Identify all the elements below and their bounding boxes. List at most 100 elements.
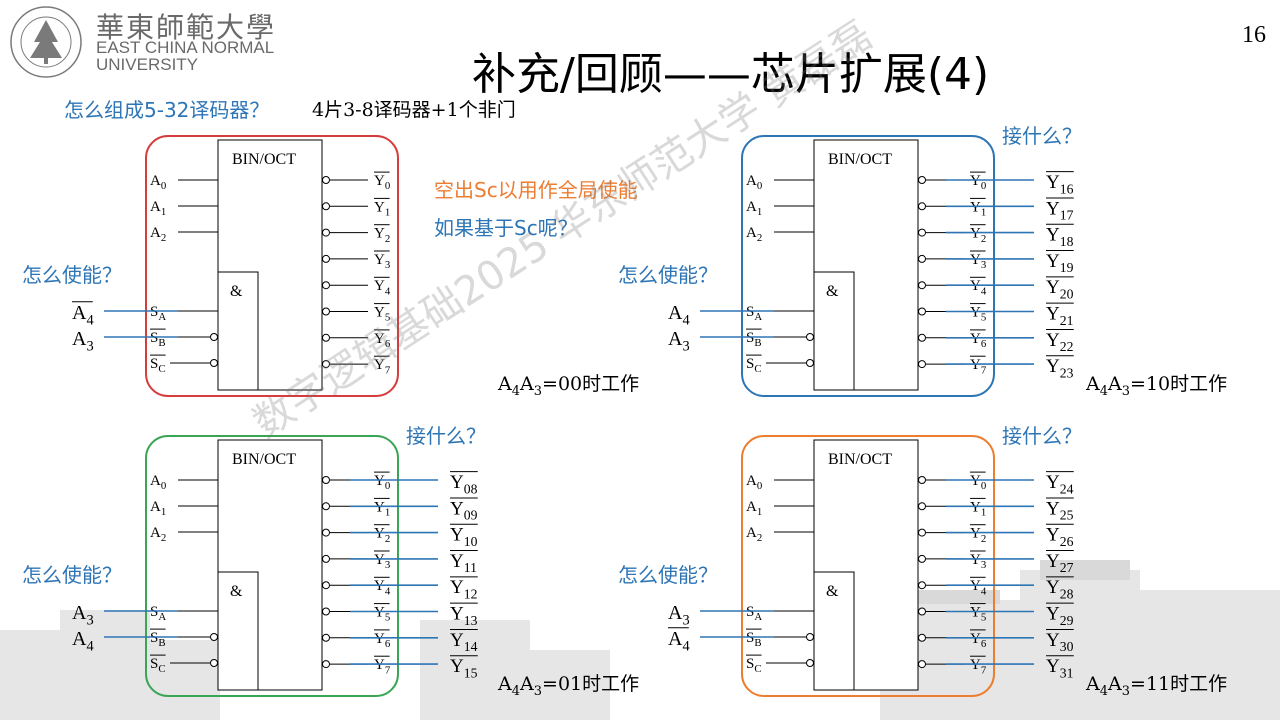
output-bubble bbox=[322, 554, 330, 563]
enable-signal-label: A3 bbox=[668, 602, 690, 629]
connected-output-label: Y10 bbox=[450, 525, 478, 549]
output-label: Y2 bbox=[374, 226, 390, 245]
enable-input-label: SB bbox=[150, 330, 166, 349]
connected-output-label: Y29 bbox=[1046, 604, 1074, 628]
enable-input-label: SC bbox=[746, 656, 762, 675]
chip-label: BIN/OCT bbox=[232, 151, 296, 168]
output-label: Y2 bbox=[970, 526, 986, 545]
output-bubble bbox=[918, 502, 926, 511]
decoder-diagram: BIN/OCT & A0 A1 A2 SA SB SC Y0 Y1 Y2 Y3 Y4 Y5 Y6 Y7 怎么使能… bbox=[22, 124, 1227, 699]
output-label: Y3 bbox=[970, 552, 986, 571]
output-bubble bbox=[322, 254, 330, 263]
addr-input-label: A1 bbox=[746, 499, 762, 518]
chip-body bbox=[813, 139, 919, 391]
working-condition: A4A3=00时工作 bbox=[497, 373, 639, 399]
enable-signal-label: A4 bbox=[668, 302, 690, 329]
output-label: Y6 bbox=[374, 631, 391, 650]
connected-output-label: Y27 bbox=[1046, 551, 1074, 575]
output-question: 接什么？ bbox=[1002, 424, 1082, 448]
enable-signal-label: A3 bbox=[72, 602, 94, 629]
enable-signal-label: A4 bbox=[668, 628, 690, 655]
output-label: Y7 bbox=[970, 657, 987, 676]
output-label: Y7 bbox=[970, 357, 987, 376]
connected-output-label: Y17 bbox=[1046, 198, 1074, 222]
output-label: Y5 bbox=[970, 305, 986, 324]
output-bubble bbox=[918, 528, 926, 537]
chip-and-label: & bbox=[826, 283, 839, 300]
chip-label: BIN/OCT bbox=[232, 451, 296, 468]
enable-signal-label: A4 bbox=[72, 302, 94, 329]
enable-input-label: SC bbox=[150, 656, 166, 675]
output-question: 接什么？ bbox=[406, 424, 486, 448]
output-label: Y4 bbox=[970, 578, 987, 597]
output-bubble bbox=[322, 176, 330, 184]
output-bubble bbox=[322, 476, 330, 484]
output-question: 接什么？ bbox=[1002, 124, 1082, 148]
output-label: Y0 bbox=[970, 473, 986, 492]
output-bubble bbox=[918, 476, 926, 484]
output-label: Y4 bbox=[374, 578, 391, 597]
enable-signal-label: A3 bbox=[668, 328, 690, 355]
chip-and-label: & bbox=[230, 283, 243, 300]
enable-input-label: SB bbox=[150, 630, 166, 649]
connected-output-label: Y12 bbox=[450, 577, 478, 601]
enable-input-label: SC bbox=[150, 356, 166, 375]
connected-output-label: Y19 bbox=[1046, 251, 1074, 275]
connected-output-label: Y20 bbox=[1046, 277, 1074, 301]
addr-input-label: A2 bbox=[746, 525, 762, 544]
output-label: Y0 bbox=[970, 173, 986, 192]
output-bubble bbox=[322, 502, 330, 511]
output-label: Y4 bbox=[970, 278, 987, 297]
connected-output-label: Y16 bbox=[1046, 172, 1074, 196]
enable-question: 怎么使能？ bbox=[22, 563, 122, 587]
addr-input-label: A1 bbox=[746, 199, 762, 218]
addr-input-label: A0 bbox=[150, 473, 166, 492]
output-bubble bbox=[322, 228, 330, 237]
output-label: Y1 bbox=[374, 199, 390, 218]
output-bubble bbox=[918, 554, 926, 563]
output-label: Y0 bbox=[374, 473, 390, 492]
enable-question: 怎么使能？ bbox=[618, 263, 718, 287]
output-label: Y1 bbox=[374, 499, 390, 518]
addr-input-label: A1 bbox=[150, 199, 166, 218]
output-label: Y7 bbox=[374, 657, 391, 676]
output-bubble bbox=[918, 307, 926, 316]
inversion-bubble bbox=[806, 659, 814, 667]
connected-output-label: Y31 bbox=[1046, 656, 1074, 680]
enable-input-label: SA bbox=[150, 304, 166, 323]
inversion-bubble bbox=[806, 359, 814, 367]
connected-output-label: Y08 bbox=[450, 472, 478, 496]
output-label: Y5 bbox=[970, 605, 986, 624]
enable-signal-label: A3 bbox=[72, 328, 94, 355]
connected-output-label: Y28 bbox=[1046, 577, 1074, 601]
inversion-bubble bbox=[210, 333, 218, 341]
output-bubble bbox=[918, 281, 926, 290]
output-label: Y3 bbox=[374, 552, 390, 571]
addr-input-label: A0 bbox=[746, 173, 762, 192]
addr-input-label: A0 bbox=[746, 473, 762, 492]
output-label: Y6 bbox=[970, 331, 987, 350]
chip-label: BIN/OCT bbox=[828, 451, 892, 468]
output-bubble bbox=[918, 607, 926, 616]
addr-input-label: A2 bbox=[150, 225, 166, 244]
chip-body bbox=[217, 139, 323, 391]
addr-input-label: A0 bbox=[150, 173, 166, 192]
addr-input-label: A1 bbox=[150, 499, 166, 518]
output-bubble bbox=[918, 581, 926, 590]
connected-output-label: Y14 bbox=[450, 630, 478, 654]
chip-and-label: & bbox=[826, 583, 839, 600]
output-bubble bbox=[918, 333, 926, 342]
connected-output-label: Y09 bbox=[450, 498, 478, 522]
output-bubble bbox=[322, 202, 330, 211]
output-bubble bbox=[322, 633, 330, 642]
output-label: Y5 bbox=[374, 605, 390, 624]
output-label: Y6 bbox=[970, 631, 987, 650]
enable-question: 怎么使能？ bbox=[22, 263, 122, 287]
output-label: Y2 bbox=[374, 526, 390, 545]
panel-bottom-right: BIN/OCT & A0 A1 A2 SA SB SC Y0 Y1 Y2 Y3 Y4 Y5 Y6 Y7 怎么使能… bbox=[618, 424, 1227, 699]
connected-output-label: Y15 bbox=[450, 656, 478, 680]
addr-input-label: A2 bbox=[746, 225, 762, 244]
connected-output-label: Y21 bbox=[1046, 304, 1074, 328]
inversion-bubble bbox=[806, 633, 814, 641]
enable-signal-label: A4 bbox=[72, 628, 94, 655]
